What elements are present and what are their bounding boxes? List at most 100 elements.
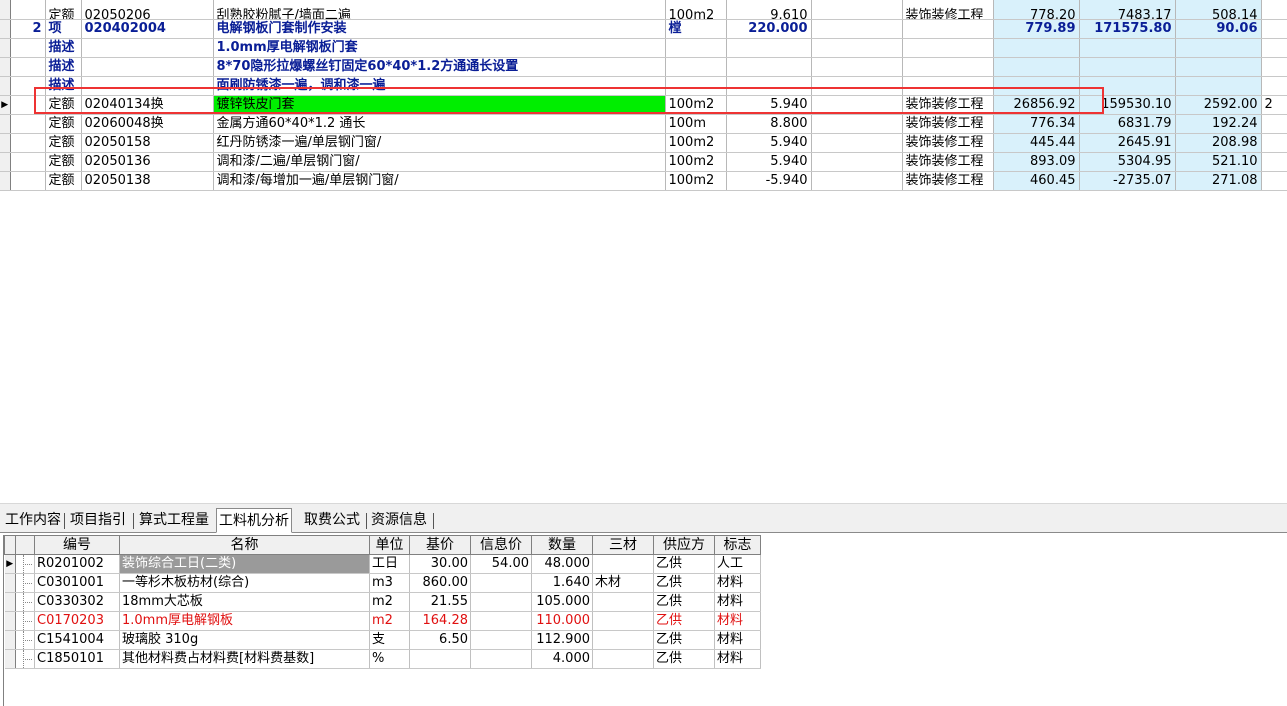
row-index-cell[interactable] bbox=[10, 76, 46, 96]
base-price-cell[interactable]: 164.28 bbox=[409, 611, 471, 631]
empty-cell-cell[interactable] bbox=[811, 76, 903, 96]
total-price-cell[interactable] bbox=[1079, 57, 1176, 77]
resource-quantity-cell[interactable]: 110.000 bbox=[531, 611, 593, 631]
supplier-cell[interactable]: 乙供 bbox=[653, 630, 715, 650]
quota-name-cell[interactable]: 红丹防锈漆一遍/单层钢门窗/ bbox=[213, 133, 666, 153]
supplier-cell[interactable]: 乙供 bbox=[653, 573, 715, 593]
info-price-cell[interactable] bbox=[470, 611, 532, 631]
quota-name-cell[interactable]: 电解钢板门套制作安装 bbox=[213, 19, 666, 39]
row-indicator[interactable] bbox=[4, 630, 16, 650]
resource-quantity-cell[interactable]: 4.000 bbox=[531, 649, 593, 669]
quantity-cell[interactable]: 220.000 bbox=[726, 19, 812, 39]
row-indicator[interactable] bbox=[0, 57, 11, 77]
major-category-cell[interactable]: 装饰装修工程 bbox=[902, 95, 994, 115]
info-price-cell[interactable] bbox=[470, 649, 532, 669]
total-price-cell[interactable]: 7483.17 bbox=[1079, 0, 1176, 20]
three-materials-cell[interactable] bbox=[592, 611, 654, 631]
tab-item-guide[interactable]: 项目指引 bbox=[68, 510, 128, 532]
info-price-cell[interactable] bbox=[470, 630, 532, 650]
unit-price-cell[interactable]: 779.89 bbox=[993, 19, 1080, 39]
unit-price-cell[interactable]: 893.09 bbox=[993, 152, 1080, 172]
resource-code-cell[interactable]: C1850101 bbox=[34, 649, 120, 669]
total-price-cell[interactable]: 159530.10 bbox=[1079, 95, 1176, 115]
unit-price-cell[interactable]: 776.34 bbox=[993, 114, 1080, 134]
table-row[interactable]: 描述 1.0mm厚电解钢板门套 bbox=[0, 38, 1287, 58]
labor-cost-cell[interactable]: 192.24 bbox=[1175, 114, 1262, 134]
header-info-price[interactable]: 信息价 bbox=[470, 535, 532, 555]
table-row[interactable]: 描述 8*70隐形拉爆螺丝钉固定60*40*1.2方通通长设置 bbox=[0, 57, 1287, 77]
total-price-cell[interactable]: 6831.79 bbox=[1079, 114, 1176, 134]
quantity-cell[interactable]: 5.940 bbox=[726, 133, 812, 153]
supplier-cell[interactable]: 乙供 bbox=[653, 649, 715, 669]
major-category-cell[interactable] bbox=[902, 76, 994, 96]
row-type-cell[interactable]: 项 bbox=[45, 19, 82, 39]
tab-fee-formula[interactable]: 取费公式 bbox=[302, 510, 362, 532]
quota-code-cell[interactable]: 02040134换 bbox=[81, 95, 214, 115]
table-row[interactable]: 2 项 020402004 电解钢板门套制作安装樘 220.000 779.89 17157… bbox=[0, 19, 1287, 39]
unit-price-cell[interactable]: 460.45 bbox=[993, 171, 1080, 191]
empty-cell-cell[interactable] bbox=[811, 152, 903, 172]
labor-cost-cell[interactable]: 521.10 bbox=[1175, 152, 1262, 172]
unit-price-cell[interactable] bbox=[993, 76, 1080, 96]
row-indicator[interactable] bbox=[0, 152, 11, 172]
resource-unit-cell[interactable]: 工日 bbox=[369, 554, 410, 574]
resource-flag-cell[interactable]: 材料 bbox=[714, 592, 761, 612]
unit-cell[interactable] bbox=[665, 38, 727, 58]
quota-name-cell[interactable]: 刮熟胶粉腻子/墙面二遍 bbox=[213, 0, 666, 20]
total-price-cell[interactable]: 5304.95 bbox=[1079, 152, 1176, 172]
quota-code-cell[interactable]: 02050138 bbox=[81, 171, 214, 191]
unit-price-cell[interactable] bbox=[993, 38, 1080, 58]
major-category-cell[interactable]: 装饰装修工程 bbox=[902, 171, 994, 191]
resource-row[interactable]: C0330302 18mm大芯板 m2 21.55 105.000 乙供 材料 bbox=[4, 592, 761, 612]
tab-resource-info[interactable]: 资源信息 bbox=[369, 510, 429, 532]
quantity-cell[interactable]: 8.800 bbox=[726, 114, 812, 134]
labor-cost-cell[interactable] bbox=[1175, 57, 1262, 77]
empty-cell-cell[interactable] bbox=[811, 57, 903, 77]
quota-name-cell[interactable]: 8*70隐形拉爆螺丝钉固定60*40*1.2方通通长设置 bbox=[213, 57, 666, 77]
row-index-cell[interactable] bbox=[10, 171, 46, 191]
overflow-column-cell[interactable]: 2 bbox=[1261, 95, 1287, 115]
unit-cell[interactable]: 100m2 bbox=[665, 95, 727, 115]
empty-cell-cell[interactable] bbox=[811, 19, 903, 39]
resource-row[interactable]: C0170203 1.0mm厚电解钢板 m2 164.28 110.000 乙供 材料 bbox=[4, 611, 761, 631]
resource-unit-cell[interactable]: m2 bbox=[369, 592, 410, 612]
supplier-cell[interactable]: 乙供 bbox=[653, 611, 715, 631]
total-price-cell[interactable] bbox=[1079, 76, 1176, 96]
info-price-cell[interactable] bbox=[470, 592, 532, 612]
three-materials-cell[interactable]: 木材 bbox=[592, 573, 654, 593]
total-price-cell[interactable]: 171575.80 bbox=[1079, 19, 1176, 39]
row-type-cell[interactable]: 定额 bbox=[45, 95, 82, 115]
resource-flag-cell[interactable]: 材料 bbox=[714, 649, 761, 669]
row-indicator[interactable] bbox=[4, 592, 16, 612]
empty-cell-cell[interactable] bbox=[811, 171, 903, 191]
unit-cell[interactable] bbox=[665, 76, 727, 96]
quota-name-cell[interactable]: 调和漆/每增加一遍/单层钢门窗/ bbox=[213, 171, 666, 191]
header-quantity[interactable]: 数量 bbox=[531, 535, 593, 555]
quantity-cell[interactable] bbox=[726, 57, 812, 77]
row-index-cell[interactable] bbox=[10, 133, 46, 153]
overflow-column-cell[interactable] bbox=[1261, 57, 1287, 77]
resource-flag-cell[interactable]: 人工 bbox=[714, 554, 761, 574]
supplier-cell[interactable]: 乙供 bbox=[653, 554, 715, 574]
base-price-cell[interactable]: 6.50 bbox=[409, 630, 471, 650]
empty-cell-cell[interactable] bbox=[811, 95, 903, 115]
header-flag[interactable]: 标志 bbox=[714, 535, 761, 555]
header-supplier[interactable]: 供应方 bbox=[653, 535, 715, 555]
quota-code-cell[interactable] bbox=[81, 76, 214, 96]
row-type-cell[interactable]: 定额 bbox=[45, 152, 82, 172]
overflow-column-cell[interactable] bbox=[1261, 114, 1287, 134]
tab-work-content[interactable]: 工作内容 bbox=[3, 510, 63, 532]
row-type-cell[interactable]: 描述 bbox=[45, 76, 82, 96]
unit-cell[interactable] bbox=[665, 57, 727, 77]
overflow-column-cell[interactable] bbox=[1261, 133, 1287, 153]
quota-code-cell[interactable] bbox=[81, 57, 214, 77]
overflow-column-cell[interactable] bbox=[1261, 171, 1287, 191]
resource-name-cell[interactable]: 18mm大芯板 bbox=[119, 592, 370, 612]
quota-name-cell[interactable]: 镀锌铁皮门套 bbox=[213, 95, 666, 115]
resource-name-cell[interactable]: 装饰综合工日(二类) bbox=[119, 554, 370, 574]
resource-name-cell[interactable]: 1.0mm厚电解钢板 bbox=[119, 611, 370, 631]
quota-code-cell[interactable]: 02050158 bbox=[81, 133, 214, 153]
row-type-cell[interactable]: 定额 bbox=[45, 171, 82, 191]
row-index-cell[interactable] bbox=[10, 0, 46, 20]
table-row-current[interactable]: ▶ 定额 02040134换 镀锌铁皮门套 100m2 5.940 装饰装修工程 26856.… bbox=[0, 95, 1287, 115]
